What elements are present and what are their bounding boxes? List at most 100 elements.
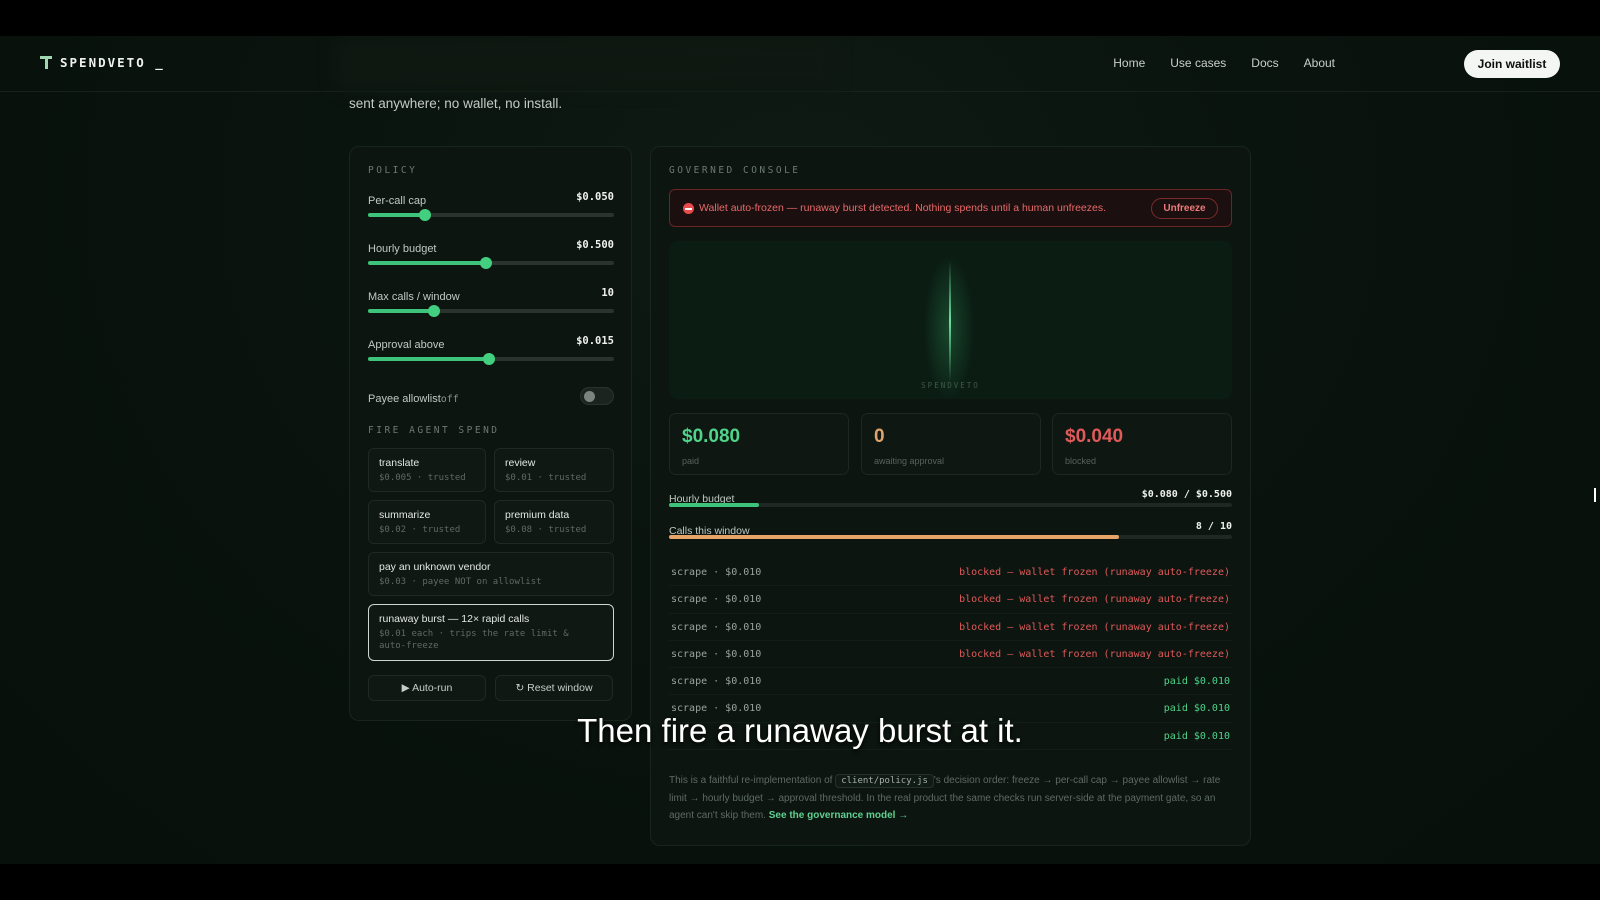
hourly-budget-meter: Hourly budget $0.080 / $0.500 — [669, 489, 1232, 507]
slider-label: Max calls / window — [368, 291, 460, 303]
slider-thumb[interactable] — [418, 209, 431, 221]
log-call: scrape · $0.010 — [671, 594, 762, 606]
slider-thumb[interactable] — [482, 353, 495, 365]
stat-value: $0.080 — [682, 426, 741, 447]
slider-fill — [368, 261, 487, 265]
slider-thumb[interactable] — [480, 257, 493, 269]
action-summarize[interactable]: summarize $0.02 · trusted — [368, 500, 486, 544]
action-title: runaway burst — 12× rapid calls — [379, 613, 530, 625]
stat-label: blocked — [1065, 456, 1097, 466]
action-title: pay an unknown vendor — [379, 561, 491, 573]
slider-value: $0.500 — [576, 239, 614, 251]
nav-links: Home Use cases Docs About — [1113, 56, 1335, 70]
policy-panel: POLICY Per-call cap $0.050 Hourly budget… — [349, 146, 632, 721]
slider-label: Hourly budget — [368, 243, 437, 255]
spend-visualization: SPENDVETO — [669, 241, 1232, 399]
calls-window-meter: Calls this window 8 / 10 — [669, 521, 1232, 539]
action-sub: $0.01 each · trips the rate limit & auto… — [379, 629, 569, 651]
action-title: premium data — [505, 509, 570, 521]
stat-value: $0.040 — [1065, 426, 1124, 447]
action-sub: $0.01 · trusted — [505, 473, 587, 483]
alert-message: Wallet auto-frozen — runaway burst detec… — [699, 202, 1107, 214]
slider-value: $0.050 — [576, 191, 614, 203]
action-sub: $0.005 · trusted — [379, 473, 466, 483]
page: SPENDVETO _ Home Use cases Docs About Jo… — [0, 36, 1600, 864]
stat-blocked: $0.040 blocked — [1052, 413, 1232, 475]
action-unknown-vendor[interactable]: pay an unknown vendor $0.03 · payee NOT … — [368, 552, 614, 596]
allowlist-state: off — [440, 394, 459, 405]
log-result: blocked — wallet frozen (runaway auto-fr… — [959, 594, 1230, 606]
stop-icon — [683, 203, 694, 214]
slider-fill — [368, 309, 435, 313]
footnote-code: client/policy.js — [835, 774, 934, 788]
meter-value: $0.080 / $0.500 — [1141, 489, 1232, 500]
slider-hourly-budget: Hourly budget $0.500 — [368, 239, 614, 269]
action-sub: $0.03 · payee NOT on allowlist — [379, 577, 542, 587]
action-title: review — [505, 457, 536, 469]
auto-run-button[interactable]: ▶ Auto-run — [368, 675, 486, 701]
governance-model-link[interactable]: See the governance model → — [769, 810, 909, 821]
stat-label: awaiting approval — [874, 456, 945, 466]
action-title: summarize — [379, 509, 431, 521]
top-nav: SPENDVETO _ Home Use cases Docs About Jo… — [0, 36, 1600, 92]
letterbox-top — [0, 0, 1600, 36]
log-result: blocked — wallet frozen (runaway auto-fr… — [959, 648, 1230, 660]
viz-beam — [949, 261, 951, 381]
console-title: GOVERNED CONSOLE — [669, 165, 801, 176]
meter-fill — [669, 535, 1120, 539]
mouse-cursor — [1594, 488, 1600, 502]
footnote: This is a faithful re-implementation of … — [669, 772, 1229, 824]
action-review[interactable]: review $0.01 · trusted — [494, 448, 614, 492]
viz-watermark: SPENDVETO — [921, 381, 980, 390]
log-row: scrape · $0.010 paid $0.010 — [669, 668, 1232, 696]
video-caption: Then fire a runaway burst at it. — [577, 712, 1023, 749]
slider-track[interactable] — [368, 305, 614, 317]
meter-track — [669, 503, 1232, 507]
log-row: scrape · $0.010 blocked — wallet frozen (… — [669, 614, 1232, 641]
stat-awaiting-approval: 0 awaiting approval — [861, 413, 1041, 475]
slider-track[interactable] — [368, 353, 614, 365]
log-call: scrape · $0.010 — [671, 567, 762, 578]
footnote-text: This is a faithful re-implementation of — [669, 775, 836, 786]
log-row: scrape · $0.010 blocked — wallet frozen (… — [669, 586, 1232, 614]
join-waitlist-button[interactable]: Join waitlist — [1464, 50, 1560, 78]
log-result: blocked — wallet frozen (runaway auto-fr… — [959, 567, 1230, 578]
meter-value: 8 / 10 — [1195, 521, 1232, 532]
meter-track — [669, 535, 1232, 539]
action-title: translate — [379, 457, 420, 469]
action-sub: $0.02 · trusted — [379, 525, 461, 535]
unfreeze-button[interactable]: Unfreeze — [1151, 198, 1218, 219]
brand-name: SPENDVETO _ — [60, 55, 165, 70]
log-result: blocked — wallet frozen (runaway auto-fr… — [959, 621, 1230, 633]
intro-text: sent anywhere; no wallet, no install. — [349, 96, 563, 111]
log-call: scrape · $0.010 — [671, 648, 762, 660]
nav-link-about[interactable]: About — [1304, 56, 1335, 70]
slider-label: Approval above — [368, 339, 445, 351]
policy-title: POLICY — [368, 165, 418, 176]
log-result: paid $0.010 — [1163, 676, 1230, 688]
slider-track[interactable] — [368, 209, 614, 221]
action-premium-data[interactable]: premium data $0.08 · trusted — [494, 500, 614, 544]
freeze-alert: Wallet auto-frozen — runaway burst detec… — [669, 189, 1232, 227]
slider-approval-above: Approval above $0.015 — [368, 335, 614, 365]
fire-agent-spend-title: FIRE AGENT SPEND — [368, 425, 500, 436]
log-row: scrape · $0.010 blocked — wallet frozen (… — [669, 559, 1232, 587]
slider-label: Per-call cap — [368, 195, 427, 207]
allowlist-toggle[interactable] — [580, 387, 614, 405]
brand[interactable]: SPENDVETO _ — [40, 55, 165, 70]
action-runaway-burst[interactable]: runaway burst — 12× rapid calls $0.01 ea… — [368, 604, 614, 661]
nav-link-use-cases[interactable]: Use cases — [1170, 56, 1226, 70]
reset-window-button[interactable]: ↻ Reset window — [495, 675, 613, 701]
payee-allowlist-row: Payee allowlistoff — [368, 387, 614, 407]
stat-label: paid — [682, 456, 700, 466]
nav-link-docs[interactable]: Docs — [1251, 56, 1278, 70]
nav-link-home[interactable]: Home — [1113, 56, 1145, 70]
slider-value: 10 — [601, 287, 614, 299]
slider-fill — [368, 213, 425, 217]
slider-thumb[interactable] — [428, 305, 441, 317]
slider-track[interactable] — [368, 257, 614, 269]
slider-value: $0.015 — [576, 335, 614, 347]
action-translate[interactable]: translate $0.005 · trusted — [368, 448, 486, 492]
log-call: scrape · $0.010 — [671, 676, 762, 688]
action-sub: $0.08 · trusted — [505, 525, 587, 535]
